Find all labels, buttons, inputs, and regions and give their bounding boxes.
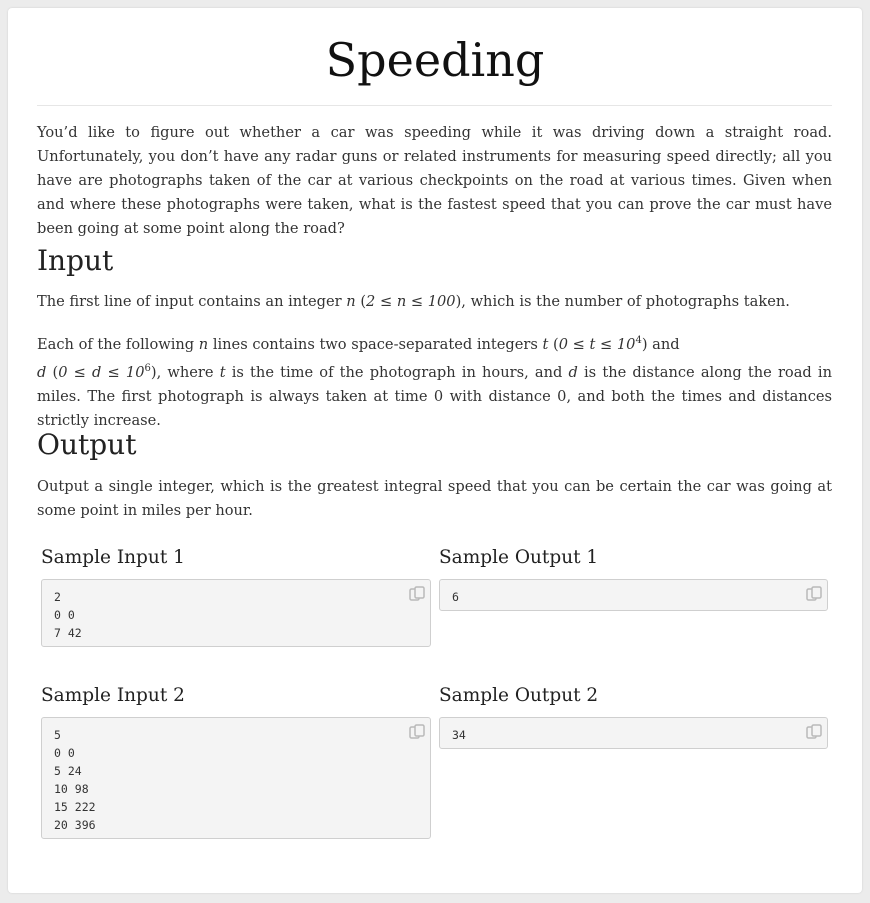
sample-output-1-text: 6 <box>452 590 459 604</box>
output-paragraph: Output a single integer, which is the gr… <box>37 478 832 519</box>
sample-input-1-text: 2 0 0 7 42 <box>54 590 82 640</box>
sample-input-2-text: 5 0 0 5 24 10 98 15 222 20 396 <box>54 728 96 832</box>
output-heading: Output <box>37 428 137 461</box>
copy-icon[interactable] <box>408 723 426 741</box>
sample-input-2-label: Sample Input 2 <box>41 685 185 706</box>
copy-icon[interactable] <box>408 585 426 603</box>
sample-output-1-box: 6 <box>439 579 828 611</box>
sample-output-2-text: 34 <box>452 728 466 742</box>
problem-title: Speeding <box>325 33 545 87</box>
sample-input-2-box: 5 0 0 5 24 10 98 15 222 20 396 <box>41 717 431 839</box>
sample-output-1-label: Sample Output 1 <box>439 547 599 568</box>
problem-statement: You’d like to figure out whether a car w… <box>37 124 832 237</box>
input-paragraph-1: The first line of input contains an inte… <box>37 293 790 310</box>
title-divider <box>37 105 832 106</box>
sample-input-1-label: Sample Input 1 <box>41 547 185 568</box>
input-heading: Input <box>37 244 114 277</box>
sample-output-2-box: 34 <box>439 717 828 749</box>
copy-icon[interactable] <box>805 723 823 741</box>
sample-output-2-label: Sample Output 2 <box>439 685 599 706</box>
copy-icon[interactable] <box>805 585 823 603</box>
sample-input-1-box: 2 0 0 7 42 <box>41 579 431 647</box>
input-paragraph-2: Each of the following n lines contains t… <box>37 335 832 429</box>
